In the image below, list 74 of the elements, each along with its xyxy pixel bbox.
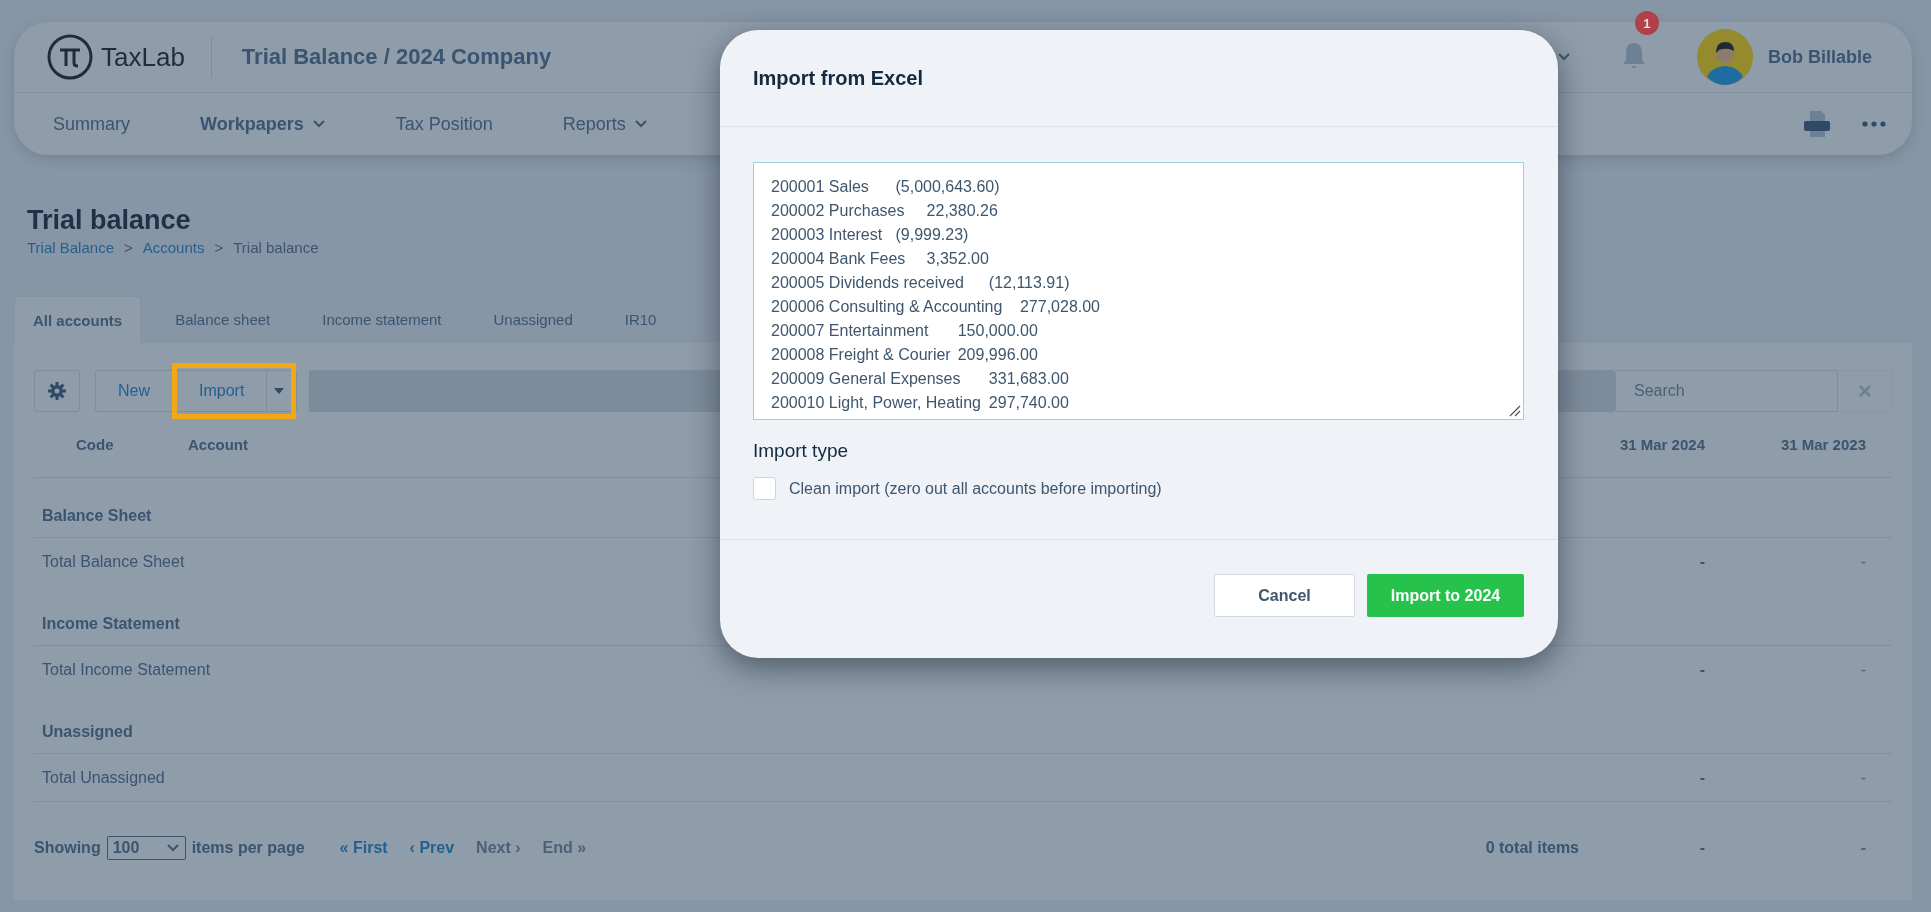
resize-handle-icon[interactable] <box>1509 405 1521 417</box>
table-cell: - <box>1699 768 1705 786</box>
breadcrumb-current: Trial balance <box>233 239 319 256</box>
table-cell: - <box>1860 839 1866 856</box>
pasted-line: 200001 Sales (5,000,643.60) <box>771 177 1001 197</box>
breadcrumb-link[interactable]: Trial Balance <box>27 239 114 256</box>
dialog-title: Import from Excel <box>753 66 924 90</box>
user-name[interactable]: Bob Billable <box>1768 46 1872 68</box>
column-header[interactable]: 31 Mar 2024 <box>1619 436 1705 453</box>
column-header[interactable]: Code <box>76 436 114 453</box>
pager-link[interactable]: ‹ Prev <box>409 839 455 857</box>
nav-item[interactable]: Reports <box>562 113 648 135</box>
table-cell: - <box>1699 553 1705 570</box>
tab[interactable]: Unassigned <box>479 296 591 343</box>
page-size-select[interactable]: 100 <box>106 836 186 860</box>
settings-button[interactable] <box>34 370 80 412</box>
section-heading: Balance Sheet <box>42 507 152 525</box>
toolbar-button[interactable]: Import <box>177 371 267 411</box>
pager-link[interactable]: « First <box>339 839 388 857</box>
table-cell: - <box>1699 661 1705 678</box>
app-title: Trial Balance / 2024 Company <box>241 44 552 70</box>
paste-field[interactable] <box>753 162 1524 420</box>
settings-icon <box>48 382 66 400</box>
chevron-icon <box>1557 52 1571 62</box>
logo-text: TaxLab <box>101 41 185 73</box>
toolbar-button[interactable]: New <box>96 371 172 411</box>
pasted-line: 200007 Entertainment 150,000.00 <box>771 321 1039 341</box>
tab[interactable]: Income statement <box>308 296 460 343</box>
total-items: 0 total items <box>1484 838 1579 858</box>
pasted-line: 200009 General Expenses 331,683.00 <box>771 369 1070 389</box>
avatar-icon[interactable] <box>1697 29 1753 85</box>
printer-icon[interactable] <box>1802 109 1832 139</box>
table-cell: Total Balance Sheet <box>42 553 185 570</box>
pasted-line: 200008 Freight & Courier 209,996.00 <box>771 345 1039 365</box>
pasted-line: 200003 Interest (9,999.23) <box>771 225 970 245</box>
table-cell: - <box>1860 768 1866 786</box>
notification-badge: 1 <box>1635 11 1659 35</box>
pasted-line: 200006 Consulting & Accounting 277,028.00 <box>771 297 1101 317</box>
cancel-button[interactable]: Cancel <box>1214 574 1355 617</box>
section-label: Import type <box>753 440 850 462</box>
column-header[interactable]: Account <box>188 436 248 453</box>
table-cell: - <box>1860 661 1866 678</box>
table-cell: Total Income Statement <box>42 661 211 678</box>
table-cell: - <box>1860 553 1866 570</box>
import-button[interactable]: Import to 2024 <box>1367 574 1524 617</box>
close-icon <box>1858 385 1871 397</box>
nav-item[interactable]: Workpapers <box>200 113 326 135</box>
chevron-icon <box>165 843 180 853</box>
showing-label: Showing <box>34 839 101 857</box>
section-heading: Income Statement <box>42 615 180 633</box>
column-header[interactable]: 31 Mar 2023 <box>1780 436 1866 453</box>
breadcrumb-link[interactable]: Accounts <box>142 239 205 256</box>
tab[interactable]: Balance sheet <box>161 296 289 343</box>
caret-icon <box>274 388 285 394</box>
tab[interactable]: IR10 <box>610 296 675 343</box>
tab[interactable]: All accounts <box>14 296 142 343</box>
section-heading: Unassigned <box>42 723 133 741</box>
nav-item[interactable]: Summary <box>53 113 130 135</box>
pasted-line: 200005 Dividends received (12,113.91) <box>771 273 1071 293</box>
breadcrumb-separator: > <box>214 239 224 256</box>
nav-item[interactable]: Tax Position <box>395 113 493 135</box>
table-cell: - <box>1699 839 1705 856</box>
checkbox-label[interactable]: Clean import (zero out all accounts before importing) <box>789 479 1162 498</box>
per-page-label: items per page <box>191 839 305 857</box>
pasted-line: 200002 Purchases 22,380.26 <box>771 201 999 221</box>
logo-icon <box>47 34 93 80</box>
pasted-line: 200010 Light, Power, Heating 297,740.00 <box>771 393 1070 413</box>
search-field[interactable]: Search <box>1615 370 1838 412</box>
breadcrumb-separator: > <box>124 239 133 256</box>
pasted-line: 200004 Bank Fees 3,352.00 <box>771 249 990 269</box>
checkbox[interactable] <box>753 477 776 500</box>
page-title: Trial balance <box>27 205 191 236</box>
more-icon[interactable] <box>1862 121 1886 127</box>
table-cell: Total Unassigned <box>42 768 165 786</box>
